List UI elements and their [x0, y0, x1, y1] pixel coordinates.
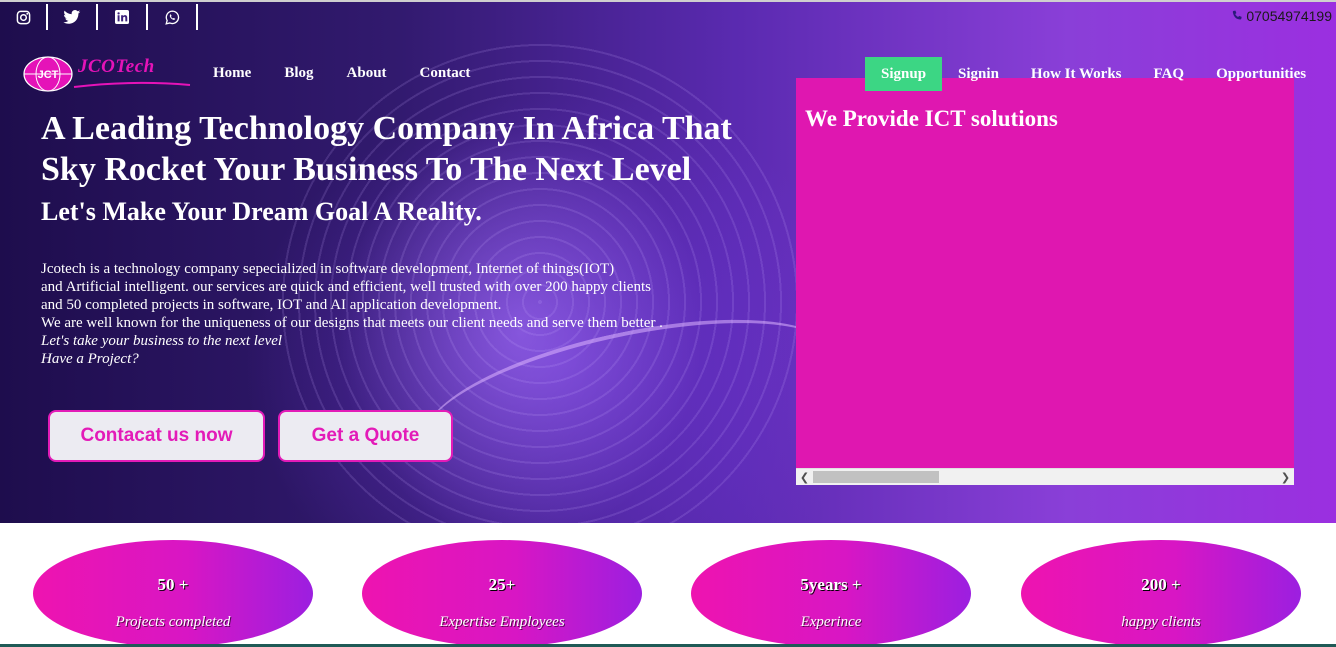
instagram-icon[interactable] — [0, 4, 48, 30]
stat-label: Expertise Employees — [439, 614, 565, 630]
signup-button[interactable]: Signup — [865, 57, 943, 91]
brand-logo[interactable]: JCT JCOTech — [22, 52, 191, 96]
linkedin-icon[interactable] — [98, 4, 148, 30]
stat-experience: 5years + Experince — [691, 540, 971, 647]
svg-text:JCT: JCT — [38, 69, 59, 81]
nav-opportunities[interactable]: Opportunities — [1216, 66, 1306, 83]
hero-subheadline: Let's Make Your Dream Goal A Reality. — [41, 197, 482, 226]
phone-number: 07054974199 — [1246, 8, 1332, 24]
stat-value: 25+ — [488, 575, 516, 594]
horizontal-scrollbar[interactable]: ❮ ❯ — [796, 468, 1294, 485]
stats-section: 50 + Projects completed 25+ Expertise Em… — [0, 523, 1336, 647]
social-links — [0, 4, 198, 32]
logo-underline-swoosh — [73, 81, 191, 88]
nav-how-it-works[interactable]: How It Works — [1031, 66, 1122, 83]
description-line: We are well known for the uniqueness of … — [41, 315, 663, 331]
get-quote-button[interactable]: Get a Quote — [278, 410, 453, 462]
stat-value: 200 + — [1141, 575, 1181, 594]
whatsapp-icon[interactable] — [148, 4, 198, 30]
stat-clients: 200 + happy clients — [1021, 540, 1301, 647]
hero-headline: A Leading Technology Company In Africa T… — [41, 110, 732, 188]
stat-value: 50 + — [157, 575, 189, 594]
nav-home[interactable]: Home — [213, 65, 251, 82]
scroll-left-icon[interactable]: ❮ — [796, 469, 813, 485]
stat-projects: 50 + Projects completed — [33, 540, 313, 647]
brand-name: JCOTech — [78, 56, 155, 77]
stat-label: happy clients — [1121, 614, 1201, 630]
scrollbar-thumb[interactable] — [813, 471, 939, 483]
phone-icon — [1233, 10, 1242, 20]
description-line: Jcotech is a technology company sepecial… — [41, 261, 615, 277]
phone-contact[interactable]: 07054974199 — [1231, 8, 1332, 24]
logo-mark-icon: JCT — [23, 56, 73, 92]
hero-description: Jcotech is a technology company sepecial… — [41, 260, 741, 368]
stat-value: 5years + — [800, 575, 862, 594]
scroll-right-icon[interactable]: ❯ — [1277, 469, 1294, 485]
contact-us-button[interactable]: Contacat us now — [48, 410, 265, 462]
description-line: and 50 completed projects in software, I… — [41, 297, 502, 313]
nav-about[interactable]: About — [347, 65, 387, 82]
hero-question: Have a Project? — [41, 351, 139, 367]
description-line: and Artificial intelligent. our services… — [41, 279, 651, 295]
account-nav: Signup Signin How It Works FAQ Opportuni… — [865, 57, 1306, 91]
hero-tagline: Let's take your business to the next lev… — [41, 333, 283, 349]
ict-solutions-panel: We Provide ICT solutions ❮ ❯ — [796, 78, 1294, 485]
twitter-icon[interactable] — [48, 4, 98, 30]
stat-employees: 25+ Expertise Employees — [362, 540, 642, 647]
nav-signin[interactable]: Signin — [958, 66, 999, 83]
stat-label: Experince — [800, 614, 862, 630]
stat-label: Projects completed — [115, 614, 231, 630]
nav-contact[interactable]: Contact — [420, 65, 471, 82]
nav-faq[interactable]: FAQ — [1154, 66, 1185, 83]
nav-blog[interactable]: Blog — [284, 65, 313, 82]
main-nav: Home Blog About Contact — [213, 65, 503, 82]
hero-section: 07054974199 JCT JCOTech Home Blog About … — [0, 0, 1336, 523]
panel-title: We Provide ICT solutions — [805, 106, 1058, 131]
